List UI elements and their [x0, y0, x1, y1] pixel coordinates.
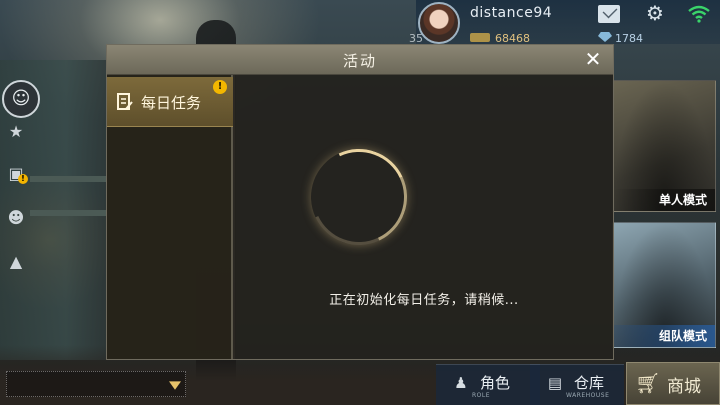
chat-face-icon[interactable]: ☺ [2, 80, 40, 118]
role-button-label: 角色 [480, 374, 511, 392]
shop-button-label: 商城 [667, 377, 701, 397]
background-shelf [30, 210, 110, 216]
shop-button[interactable]: 🛒︎ 商城 [626, 362, 720, 405]
box-icon: ▤ [547, 374, 563, 392]
gold-icon [470, 33, 490, 42]
friends-icon[interactable]: ☻ [6, 208, 26, 228]
mail-icon[interactable] [598, 5, 620, 23]
dialog-sidebar: 每日任务 ! [107, 75, 233, 359]
task-list-icon [117, 93, 133, 110]
tab-alert-badge: ! [213, 80, 227, 94]
dialog-body [235, 75, 613, 359]
chevron-down-icon[interactable] [169, 381, 181, 390]
close-icon[interactable]: ✕ [583, 49, 603, 69]
role-button[interactable]: ♟ 角色 ROLE [436, 364, 540, 405]
solo-mode-label: 单人模式 [613, 189, 715, 211]
chat-dropdown[interactable] [6, 371, 186, 397]
dialog-title: 活动 [342, 52, 377, 70]
gift-alert-badge: ! [18, 174, 28, 184]
tab-daily-tasks-label: 每日任务 [141, 94, 202, 112]
warehouse-button-label: 仓库 [574, 374, 605, 392]
role-button-sublabel: ROLE [472, 392, 491, 399]
solo-mode-card[interactable]: 单人模式 [612, 80, 716, 212]
bell-icon[interactable]: ▲ [6, 252, 26, 272]
warehouse-button-sublabel: WAREHOUSE [566, 392, 610, 399]
star-icon[interactable]: ★ [6, 122, 26, 142]
loading-message: 正在初始化每日任务，请稍候... [329, 293, 519, 308]
person-icon: ♟ [454, 374, 468, 392]
cart-icon: 🛒︎ [635, 371, 661, 395]
gem-value: 1784 [615, 32, 643, 45]
tab-daily-tasks[interactable]: 每日任务 ! [107, 77, 233, 127]
team-mode-label: 组队模式 [613, 325, 715, 347]
player-avatar[interactable] [418, 2, 460, 44]
background-shelf [30, 176, 110, 182]
warehouse-button[interactable]: ▤ 仓库 WAREHOUSE [530, 364, 624, 405]
top-status-bar [416, 0, 720, 44]
player-username: distance94 [470, 5, 553, 21]
team-mode-card[interactable]: 组队模式 [612, 222, 716, 348]
wifi-icon [688, 5, 710, 23]
dialog-header: 活动 ✕ [107, 45, 613, 75]
activity-dialog: 活动 ✕ 每日任务 ! 正在初始化每日任务，请稍候... [106, 44, 614, 360]
gear-icon[interactable]: ⚙ [646, 3, 668, 23]
